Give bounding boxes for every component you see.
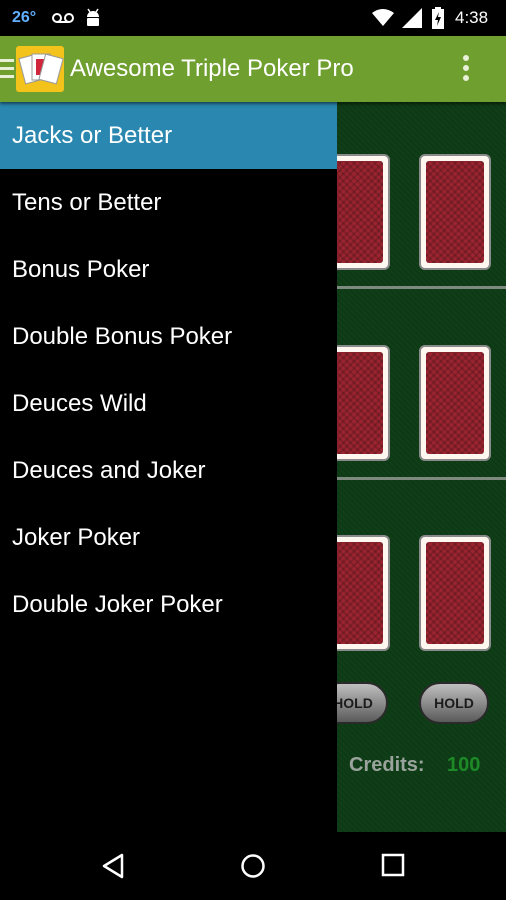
temperature-indicator: 26° bbox=[12, 9, 37, 26]
drawer-item-deuces-wild[interactable]: Deuces Wild bbox=[0, 370, 337, 437]
drawer-item-double-bonus-poker[interactable]: Double Bonus Poker bbox=[0, 303, 337, 370]
drawer-item-tens-or-better[interactable]: Tens or Better bbox=[0, 169, 337, 236]
navigation-drawer: Jacks or Better Tens or Better Bonus Pok… bbox=[0, 102, 337, 832]
signal-icon bbox=[402, 8, 422, 28]
credits-value: 100 bbox=[447, 754, 481, 776]
status-bar: 26° 4:38 bbox=[0, 0, 506, 36]
drawer-item-double-joker-poker[interactable]: Double Joker Poker bbox=[0, 571, 337, 638]
home-icon[interactable] bbox=[240, 853, 266, 879]
recents-icon[interactable] bbox=[381, 853, 405, 877]
app-cards-icon[interactable] bbox=[16, 46, 64, 92]
drawer-item-jacks-or-better[interactable]: Jacks or Better bbox=[0, 102, 337, 169]
card-back[interactable] bbox=[419, 154, 491, 270]
credits-label: Credits: bbox=[349, 754, 425, 776]
card-back[interactable] bbox=[419, 345, 491, 461]
drawer-item-joker-poker[interactable]: Joker Poker bbox=[0, 504, 337, 571]
overflow-menu-icon[interactable] bbox=[460, 55, 472, 85]
back-icon[interactable] bbox=[100, 853, 126, 879]
battery-charging-icon bbox=[432, 7, 444, 29]
action-bar: Awesome Triple Poker Pro bbox=[0, 36, 506, 102]
card-back[interactable] bbox=[419, 535, 491, 651]
android-debug-icon bbox=[87, 8, 99, 26]
voicemail-icon bbox=[52, 13, 74, 23]
drawer-item-deuces-and-joker[interactable]: Deuces and Joker bbox=[0, 437, 337, 504]
wifi-icon bbox=[372, 9, 394, 26]
drawer-menu-icon[interactable] bbox=[0, 59, 14, 79]
hold-button[interactable]: HOLD bbox=[419, 682, 489, 724]
system-navigation-bar bbox=[0, 832, 506, 900]
drawer-item-bonus-poker[interactable]: Bonus Poker bbox=[0, 236, 337, 303]
clock: 4:38 bbox=[455, 8, 489, 27]
app-title: Awesome Triple Poker Pro bbox=[70, 55, 354, 82]
